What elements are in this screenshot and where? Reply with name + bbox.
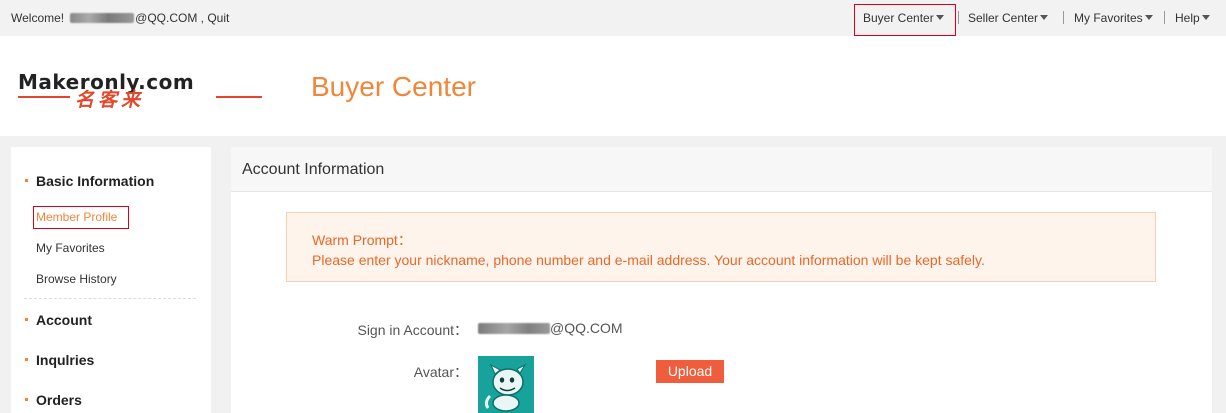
buyer-center-highlight xyxy=(854,4,956,36)
logo-rule-left xyxy=(18,96,70,98)
avatar-image xyxy=(478,356,534,413)
redacted-account-id xyxy=(478,323,550,334)
panel-header: Account Information xyxy=(231,147,1212,192)
site-logo[interactable]: Makeronly.com 名客来 xyxy=(18,70,274,140)
warm-prompt-text: Please enter your nickname, phone number… xyxy=(312,252,985,268)
avatar-label: Avatar： xyxy=(413,364,468,380)
nav-my-favorites-label: My Favorites xyxy=(1074,11,1143,25)
nav-seller-center-label: Seller Center xyxy=(968,11,1039,25)
sidebar: Basic Information Member Profile My Favo… xyxy=(11,147,211,413)
bullet-icon xyxy=(25,318,28,321)
bullet-icon xyxy=(25,179,28,182)
nav-seller-center[interactable]: Seller Center xyxy=(968,11,1049,25)
sidebar-section-label: Account xyxy=(36,312,92,328)
account-information-panel: Account Information Warm Prompt： Please … xyxy=(231,147,1212,413)
sidebar-section-inquiries[interactable]: Inqulries xyxy=(25,352,94,368)
sidebar-section-account[interactable]: Account xyxy=(25,312,92,328)
nav-help[interactable]: Help xyxy=(1175,11,1210,25)
panel-title: Account Information xyxy=(242,161,385,178)
redacted-username xyxy=(70,13,135,23)
nav-divider xyxy=(1164,11,1165,24)
sidebar-section-label: Basic Information xyxy=(36,173,155,189)
avatar-illustration xyxy=(478,356,534,413)
warm-prompt-title: Warm Prompt： xyxy=(312,232,412,248)
nav-divider xyxy=(958,11,959,24)
upload-avatar-button[interactable]: Upload xyxy=(656,360,724,383)
member-profile-highlight xyxy=(33,206,129,229)
sidebar-divider xyxy=(24,298,196,299)
welcome-prefix: Welcome! xyxy=(11,11,65,25)
sign-in-account-suffix: @QQ.COM xyxy=(550,320,623,336)
nav-my-favorites[interactable]: My Favorites xyxy=(1074,11,1153,25)
avatar-row: Avatar： xyxy=(231,362,468,382)
bullet-icon xyxy=(25,398,28,401)
welcome-message: Welcome! @QQ.COM , Quit xyxy=(11,11,229,25)
logo-rule-right xyxy=(216,96,262,98)
sidebar-section-orders[interactable]: Orders xyxy=(25,392,82,408)
sidebar-item-browse-history[interactable]: Browse History xyxy=(36,272,117,286)
warm-prompt-box: Warm Prompt： Please enter your nickname,… xyxy=(286,212,1156,282)
sign-in-account-label: Sign in Account： xyxy=(357,322,468,338)
sidebar-section-label: Orders xyxy=(36,392,82,408)
sign-in-row: Sign in Account： xyxy=(231,320,468,340)
sidebar-section-basic-information[interactable]: Basic Information xyxy=(25,173,154,189)
welcome-email-suffix: @QQ.COM , xyxy=(135,11,204,25)
sidebar-section-label: Inqulries xyxy=(36,352,95,368)
bullet-icon xyxy=(25,358,28,361)
nav-help-label: Help xyxy=(1175,11,1200,25)
top-bar: Welcome! @QQ.COM , Quit Buyer Center Sell… xyxy=(0,0,1226,36)
page-title: Buyer Center xyxy=(311,71,476,102)
caret-down-icon xyxy=(1040,15,1049,20)
nav-divider xyxy=(1063,11,1064,24)
sign-in-account-value: @QQ.COM xyxy=(478,320,623,336)
caret-down-icon xyxy=(1201,15,1210,20)
sidebar-item-my-favorites[interactable]: My Favorites xyxy=(36,241,105,255)
caret-down-icon xyxy=(1144,15,1153,20)
quit-link[interactable]: Quit xyxy=(207,11,229,25)
site-header: Makeronly.com 名客来 Buyer Center xyxy=(0,36,1226,136)
logo-chinese-name: 名客来 xyxy=(75,90,145,111)
